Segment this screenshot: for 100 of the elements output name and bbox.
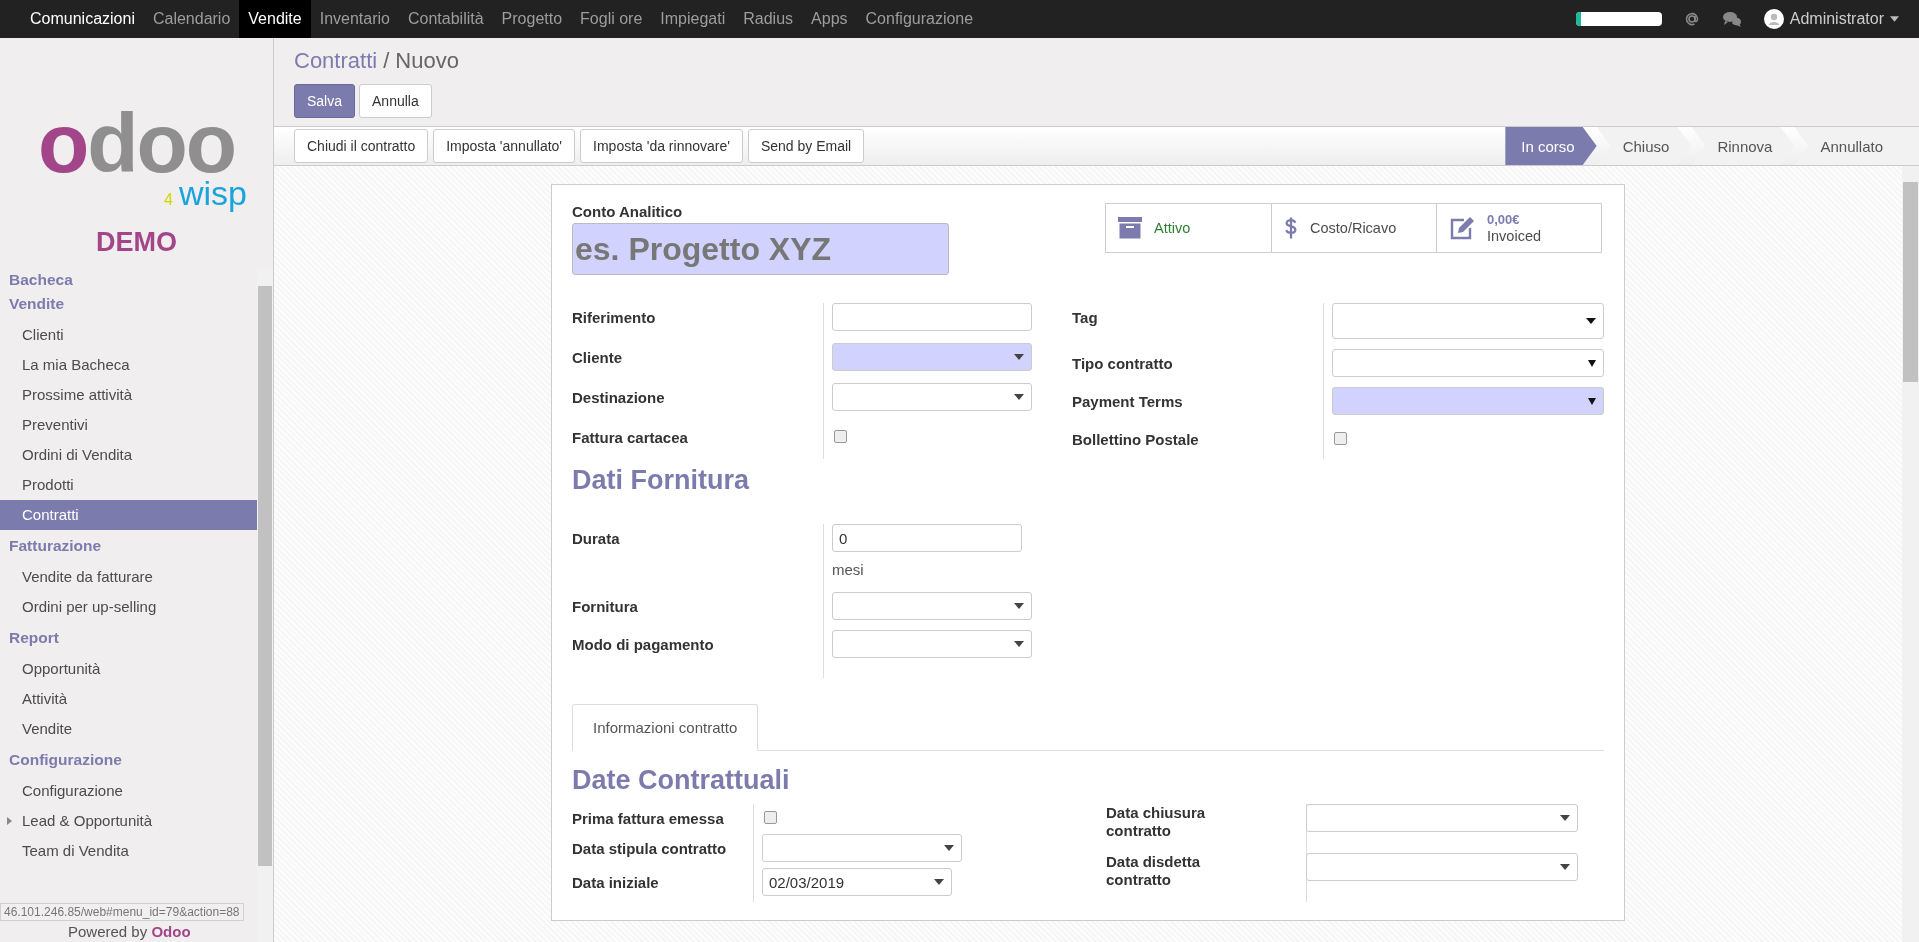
sidebar-item[interactable]: Opportunità: [0, 654, 257, 684]
smart-button[interactable]: Attivo: [1106, 204, 1271, 252]
field-label: Tipo contratto: [1072, 349, 1324, 387]
field-label: Tag: [1072, 303, 1324, 349]
date-field[interactable]: 02/03/2019: [762, 868, 952, 896]
checkbox[interactable]: [1334, 432, 1347, 445]
dropdown-field[interactable]: [832, 383, 1032, 411]
at-sign-icon[interactable]: [1683, 11, 1700, 27]
stage-step[interactable]: In corso: [1505, 127, 1597, 165]
field-label: Data iniziale: [572, 868, 754, 902]
demo-label: DEMO: [95, 227, 178, 258]
dropdown-caret-icon: [944, 845, 954, 851]
avatar-icon: [1763, 9, 1784, 29]
dropdown-field[interactable]: [1332, 303, 1604, 339]
dropdown-caret-icon: [1588, 398, 1596, 405]
powered-by-text: Powered by Odoo: [68, 923, 191, 940]
dropdown-caret-icon: [1560, 864, 1570, 870]
edit-icon: [1449, 216, 1475, 240]
stage-step[interactable]: Chiuso: [1596, 127, 1692, 165]
dropdown-field[interactable]: [832, 343, 1032, 371]
sidebar-item[interactable]: Ordini di Vendita: [0, 440, 257, 470]
sidebar-item[interactable]: Vendite da fatturare: [0, 562, 257, 592]
logo: odoo 4 wisp: [36, 108, 248, 214]
date-field[interactable]: [1306, 853, 1578, 881]
field-label: Riferimento: [572, 303, 824, 343]
input-field[interactable]: 0: [832, 524, 1022, 552]
field-label: Payment Terms: [1072, 387, 1324, 425]
dropdown-caret-icon: [1586, 318, 1596, 324]
scrollbar[interactable]: [1902, 166, 1919, 942]
app-menu-item[interactable]: Contabilità: [399, 0, 493, 38]
status-url-tooltip: 46.101.246.85/web#menu_id=79&action=88: [0, 903, 244, 921]
sidebar-item[interactable]: Team di Vendita: [0, 836, 257, 866]
dropdown-caret-icon: [1014, 603, 1024, 609]
sidebar-item[interactable]: Clienti: [0, 320, 257, 350]
action-button[interactable]: Send by Email: [747, 129, 865, 163]
chat-icon[interactable]: [1721, 11, 1742, 27]
dropdown-caret-icon: [1014, 641, 1024, 647]
name-field[interactable]: es. Progetto XYZ: [572, 223, 949, 275]
sidebar-item[interactable]: Prossime attività: [0, 380, 257, 410]
dropdown-caret-icon: [934, 879, 944, 885]
unit-label: mesi: [832, 561, 865, 578]
user-menu[interactable]: Administrator: [1763, 9, 1899, 29]
field-label: Conto Analitico: [572, 203, 684, 220]
field-label: Fattura cartacea: [572, 423, 824, 459]
app-menu-item[interactable]: Configurazione: [856, 0, 983, 38]
sidebar-item[interactable]: Prodotti: [0, 470, 257, 500]
smart-button[interactable]: Costo/Ricavo: [1271, 204, 1436, 252]
sidebar-item[interactable]: Ordini per up-selling: [0, 592, 257, 622]
sidebar-item[interactable]: Configurazione: [0, 776, 257, 806]
field-label: Cliente: [572, 343, 824, 383]
section-title: Date Contrattuali: [572, 765, 791, 796]
dropdown-field[interactable]: [1332, 387, 1604, 415]
breadcrumb-separator: /: [383, 48, 390, 74]
checkbox[interactable]: [834, 430, 847, 443]
app-menu-item[interactable]: Vendite: [239, 0, 311, 38]
expand-arrow-icon[interactable]: [7, 817, 12, 825]
dropdown-caret-icon: [1588, 360, 1596, 367]
field-label: Prima fattura emessa: [572, 804, 754, 834]
caret-icon: [1890, 16, 1899, 22]
sidebar-item[interactable]: Lead & Opportunità: [0, 806, 257, 836]
sidebar-item[interactable]: La mia Bacheca: [0, 350, 257, 380]
archive-box-icon: [1118, 217, 1142, 239]
date-field[interactable]: [1306, 804, 1578, 832]
input-field[interactable]: [832, 303, 1032, 331]
date-field[interactable]: [762, 834, 962, 862]
dropdown-field[interactable]: [1332, 349, 1604, 377]
field-label: Fornitura: [572, 592, 824, 630]
dollar-icon: [1284, 215, 1298, 241]
action-button[interactable]: Imposta 'annullato': [433, 129, 576, 163]
app-menu-item[interactable]: Apps: [802, 0, 857, 38]
section-title: Dati Fornitura: [572, 465, 751, 496]
action-button[interactable]: Chiudi il contratto: [294, 129, 429, 163]
smart-button[interactable]: 0,00€ Invoiced: [1436, 204, 1601, 252]
tab[interactable]: Informazioni contratto: [572, 704, 759, 751]
field-label: Durata: [572, 524, 824, 592]
field-label: Modo di pagamento: [572, 630, 824, 668]
field-label: Bollettino Postale: [1072, 425, 1324, 459]
sidebar-item[interactable]: Preventivi: [0, 410, 257, 440]
app-menu-item[interactable]: Radius: [734, 0, 803, 38]
sidebar-item[interactable]: Vendite: [0, 714, 257, 744]
dropdown-caret-icon: [1014, 394, 1024, 400]
sidebar-item[interactable]: Attività: [0, 684, 257, 714]
app-menu-item[interactable]: Fogli ore: [571, 0, 652, 38]
dropdown-field[interactable]: [832, 592, 1032, 620]
sidebar-item[interactable]: Contratti: [0, 500, 257, 530]
stage-step[interactable]: Rinnova: [1691, 127, 1795, 165]
app-menu-item[interactable]: Calendario: [143, 0, 240, 38]
app-menu-item[interactable]: Comunicazioni: [0, 0, 144, 38]
dropdown-caret-icon: [1560, 815, 1570, 821]
app-menu-item[interactable]: Progetto: [492, 0, 572, 38]
action-button[interactable]: Imposta 'da rinnovare': [580, 129, 743, 163]
dropdown-field[interactable]: [832, 630, 1032, 658]
discard-button[interactable]: Annulla: [359, 84, 432, 118]
stage-step[interactable]: Annullato: [1794, 127, 1919, 165]
app-menu-item[interactable]: Impiegati: [651, 0, 735, 38]
field-label: Destinazione: [572, 383, 824, 423]
app-menu-item[interactable]: Inventario: [310, 0, 399, 38]
dropdown-caret-icon: [1014, 354, 1024, 360]
checkbox[interactable]: [764, 811, 777, 824]
save-button[interactable]: Salva: [294, 84, 356, 118]
